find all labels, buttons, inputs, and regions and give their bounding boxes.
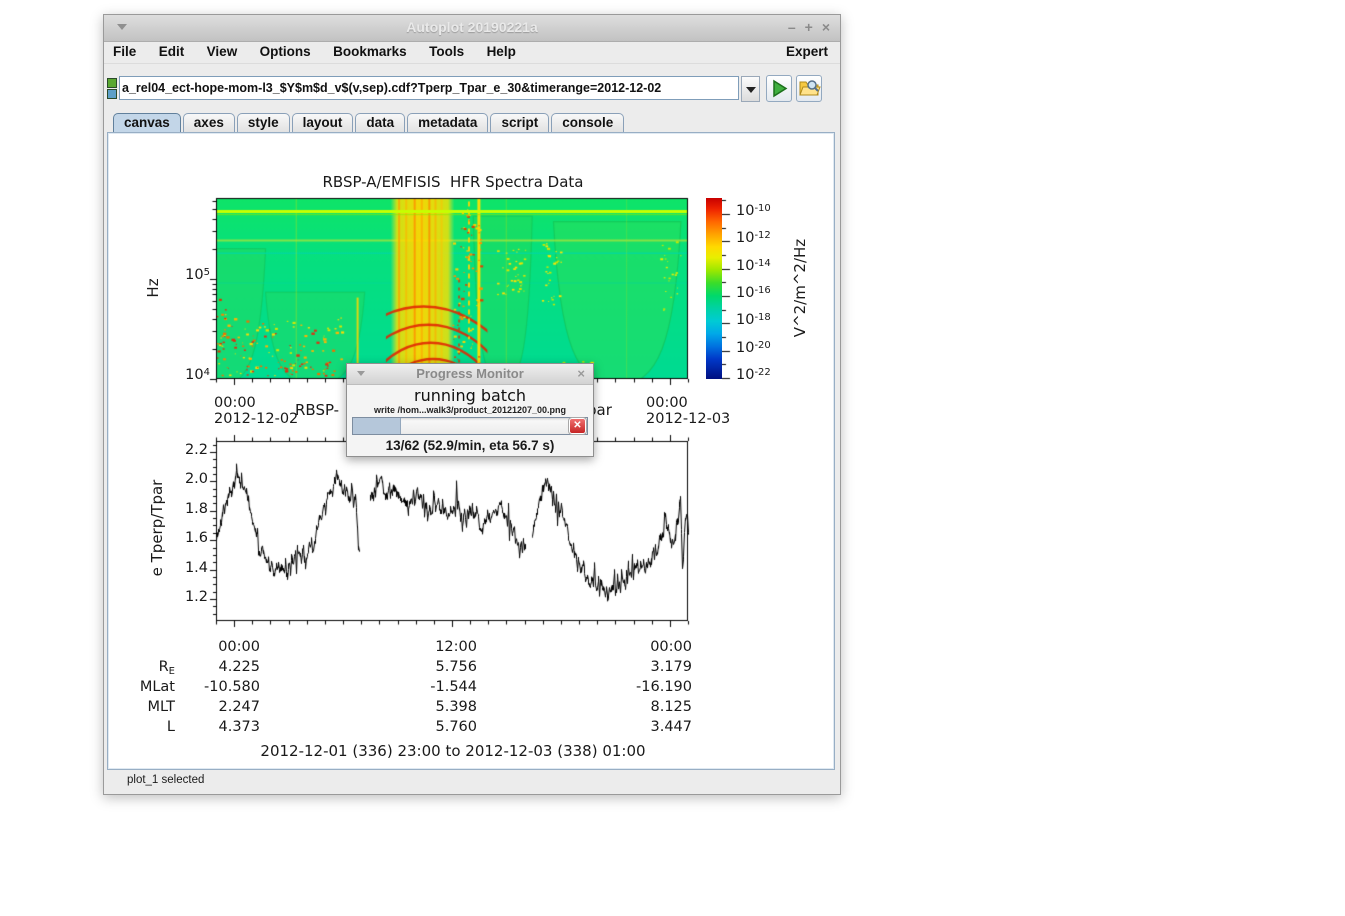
menu-edit[interactable]: Edit — [150, 42, 194, 59]
tab-script[interactable]: script — [490, 113, 549, 132]
cancel-task-button[interactable]: ✕ — [569, 418, 586, 434]
lower-plot-title-fragment-left: RBSP- — [295, 401, 339, 419]
uri-input[interactable] — [119, 76, 739, 100]
uri-toolbar — [104, 63, 840, 113]
expert-mode-label[interactable]: Expert — [786, 44, 828, 59]
chevron-down-icon — [746, 87, 756, 93]
tab-canvas[interactable]: canvas — [113, 113, 181, 132]
orbit-value: 5.398 — [387, 699, 477, 715]
plot-canvas-area[interactable]: RBSP-A/EMFISIS HFR Spectra Data 10-1010-… — [107, 132, 835, 770]
plot-element-icon[interactable] — [107, 78, 117, 88]
colorbar-tick-label: 10-12 — [736, 230, 771, 246]
colorbar-axis-label: V^2/m^2/Hz — [791, 208, 811, 368]
dialog-close-icon[interactable]: × — [577, 366, 585, 381]
spectrogram-xtick-end-time: 00:00 — [646, 395, 688, 411]
orbit-value: 5.760 — [387, 719, 477, 735]
progress-detail-label: write /hom...walk3/product_20121207_00.p… — [347, 405, 593, 415]
colorbar-tick-label: 10-16 — [736, 285, 771, 301]
tab-metadata[interactable]: metadata — [407, 113, 488, 132]
spectrogram-ytick-label: 104 — [128, 367, 210, 383]
orbit-value: 4.373 — [170, 719, 260, 735]
menu-tools[interactable]: Tools — [420, 42, 473, 59]
orbit-value: 3.179 — [602, 659, 692, 675]
uri-dropdown-button[interactable] — [741, 76, 760, 102]
status-text: plot_1 selected — [127, 774, 204, 786]
close-button[interactable]: × — [822, 19, 830, 35]
orbit-value: 8.125 — [602, 699, 692, 715]
progress-bar: ✕ — [352, 417, 588, 435]
orbit-value: -10.580 — [170, 679, 260, 695]
tab-axes[interactable]: axes — [183, 113, 235, 132]
orbit-row-label-re: RE — [85, 659, 175, 677]
orbit-value: 4.225 — [170, 659, 260, 675]
spectrogram-ytick-label: 105 — [128, 267, 210, 283]
spectrogram-xtick-start-date: 2012-12-02 — [214, 411, 298, 427]
data-source-icon[interactable] — [107, 89, 117, 99]
menu-help[interactable]: Help — [478, 42, 525, 59]
colorbar-tick-label: 10-20 — [736, 340, 771, 356]
line-plot-canvas[interactable] — [202, 427, 702, 635]
line-xtick-0: 00:00 — [170, 639, 260, 655]
progress-bar-fill — [353, 418, 401, 434]
window-titlebar[interactable]: Autoplot 20190221a –+ × — [104, 15, 840, 42]
spectrogram-xtick-end-date: 2012-12-03 — [646, 411, 730, 427]
progress-dialog-titlebar[interactable]: Progress Monitor × — [347, 364, 593, 385]
colorbar[interactable] — [706, 198, 722, 379]
line-xtick-1: 12:00 — [387, 639, 477, 655]
orbit-value: 5.756 — [387, 659, 477, 675]
play-icon — [767, 76, 791, 101]
spectrogram-canvas[interactable] — [202, 184, 702, 393]
inspect-uri-button[interactable] — [796, 75, 822, 102]
folder-magnifier-icon — [797, 76, 821, 101]
line-y-axis-label: e Tperp/Tpar — [148, 448, 168, 608]
time-range-label: 2012-12-01 (336) 23:00 to 2012-12-03 (33… — [203, 742, 703, 760]
go-button[interactable] — [766, 75, 792, 102]
menu-options[interactable]: Options — [251, 42, 320, 59]
colorbar-tick-label: 10-22 — [736, 367, 771, 383]
colorbar-tick-label: 10-18 — [736, 312, 771, 328]
colorbar-tick-label: 10-10 — [736, 203, 771, 219]
line-xtick-2: 00:00 — [602, 639, 692, 655]
window-title: Autoplot 20190221a — [104, 19, 840, 35]
orbit-row-label-mlat: MLat — [85, 679, 175, 695]
orbit-value: 2.247 — [170, 699, 260, 715]
menu-view[interactable]: View — [198, 42, 247, 59]
tab-console[interactable]: console — [551, 113, 624, 132]
progress-task-label: running batch — [347, 386, 593, 405]
orbit-value: -1.544 — [387, 679, 477, 695]
colorbar-tick-label: 10-14 — [736, 258, 771, 274]
tab-data[interactable]: data — [355, 113, 405, 132]
tab-style[interactable]: style — [237, 113, 290, 132]
status-bar: plot_1 selected — [107, 770, 837, 792]
spectrogram-xtick-start-time: 00:00 — [214, 395, 256, 411]
menu-bookmarks[interactable]: Bookmarks — [324, 42, 416, 59]
autoplot-window: Autoplot 20190221a –+ × File Edit View Op… — [103, 14, 841, 795]
orbit-value: -16.190 — [602, 679, 692, 695]
colorbar-ticks — [722, 184, 734, 393]
menu-bar: File Edit View Options Bookmarks Tools H… — [104, 42, 840, 64]
progress-dialog-title: Progress Monitor — [347, 366, 593, 381]
orbit-row-label-l: L — [85, 719, 175, 735]
minimize-button[interactable]: – — [788, 19, 796, 35]
spectrogram-y-axis-label: Hz — [144, 208, 164, 368]
orbit-row-label-mlt: MLT — [85, 699, 175, 715]
progress-status-label: 13/62 (52.9/min, eta 56.7 s) — [347, 437, 593, 456]
progress-monitor-dialog[interactable]: Progress Monitor × running batch write /… — [346, 363, 594, 457]
menu-file[interactable]: File — [104, 42, 145, 59]
view-tabs: canvasaxesstylelayoutdatametadatascriptc… — [113, 113, 840, 132]
tab-layout[interactable]: layout — [292, 113, 354, 132]
maximize-button[interactable]: + — [805, 19, 813, 35]
orbit-value: 3.447 — [602, 719, 692, 735]
